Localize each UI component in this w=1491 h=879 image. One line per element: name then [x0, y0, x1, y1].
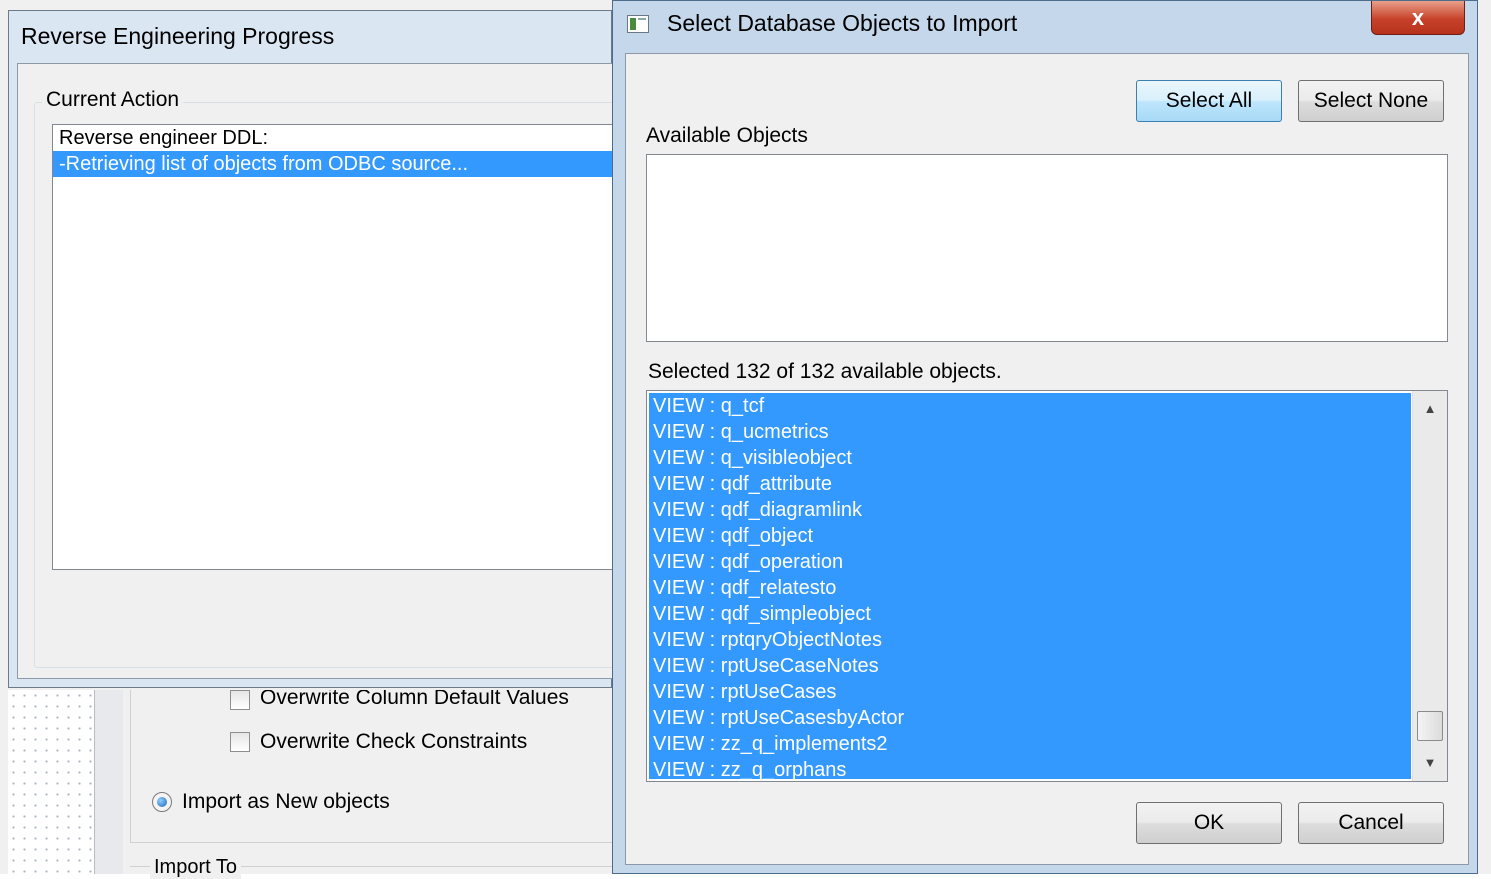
window-title: Reverse Engineering Progress — [21, 23, 335, 49]
import-to-label: Import To — [150, 856, 241, 879]
ok-button[interactable]: OK — [1136, 802, 1282, 844]
option-label: Overwrite Column Default Values — [260, 690, 569, 709]
object-list-item[interactable]: VIEW : qdf_relatesto — [649, 575, 1411, 601]
close-icon: x — [1411, 4, 1425, 30]
object-list-item[interactable]: VIEW : qdf_diagramlink — [649, 497, 1411, 523]
log-line-selected[interactable]: -Retrieving list of objects from ODBC so… — [53, 151, 631, 177]
vertical-scrollbar[interactable]: ▲ ▼ — [1412, 391, 1447, 781]
option-label: Overwrite Check Constraints — [260, 730, 528, 753]
close-button[interactable]: x — [1371, 1, 1465, 35]
progress-client-area: Current Action Reverse engineer DDL: -Re… — [17, 63, 637, 679]
selected-objects-list[interactable]: VIEW : q_tcf VIEW : q_ucmetrics VIEW : q_v… — [646, 390, 1448, 782]
select-all-button[interactable]: Select All — [1136, 80, 1282, 122]
cancel-button[interactable]: Cancel — [1298, 802, 1444, 844]
checkbox[interactable] — [230, 732, 250, 752]
scroll-thumb[interactable] — [1417, 711, 1443, 741]
object-list-item[interactable]: VIEW : q_tcf — [649, 393, 1411, 419]
object-list-item[interactable]: VIEW : rptUseCases — [649, 679, 1411, 705]
dialog-client-area: Select All Select None Available Objects… — [625, 53, 1469, 865]
object-list-item[interactable]: VIEW : qdf_attribute — [649, 471, 1411, 497]
radio-selected-dot — [157, 797, 167, 807]
canvas-margin — [94, 690, 123, 874]
object-list-item[interactable]: VIEW : qdf_object — [649, 523, 1411, 549]
available-objects-label: Available Objects — [646, 124, 808, 147]
select-objects-dialog: Select Database Objects to Import x Sele… — [612, 0, 1478, 874]
object-list-item[interactable]: VIEW : rptUseCasesbyActor — [649, 705, 1411, 731]
checkbox[interactable] — [230, 690, 250, 710]
dialog-title: Select Database Objects to Import — [667, 10, 1018, 36]
object-list-item[interactable]: VIEW : zz_q_orphans — [649, 757, 1411, 779]
progress-window: Reverse Engineering Progress Current Act… — [8, 10, 637, 688]
object-list-item[interactable]: VIEW : zz_q_implements2 — [649, 731, 1411, 757]
object-list-item[interactable]: VIEW : q_visibleobject — [649, 445, 1411, 471]
action-log-list[interactable]: Reverse engineer DDL: -Retrieving list o… — [52, 124, 632, 570]
option-overwrite-check-constraints[interactable]: Overwrite Check Constraints — [230, 730, 527, 754]
object-list-item[interactable]: VIEW : rptqryObjectNotes — [649, 627, 1411, 653]
scroll-down-arrow-icon[interactable]: ▼ — [1413, 747, 1447, 777]
object-items: VIEW : q_tcf VIEW : q_ucmetrics VIEW : q_v… — [649, 393, 1411, 779]
selected-status: Selected 132 of 132 available objects. — [648, 360, 1002, 383]
scroll-up-arrow-icon[interactable]: ▲ — [1413, 393, 1447, 423]
radio-button[interactable] — [152, 792, 172, 812]
option-overwrite-default-values[interactable]: Overwrite Column Default Values — [230, 690, 569, 716]
object-list-item[interactable]: VIEW : q_ucmetrics — [649, 419, 1411, 445]
radio-label: Import as New objects — [182, 790, 390, 813]
radio-import-as-new[interactable]: Import as New objects — [152, 790, 390, 814]
group-label: Current Action — [42, 88, 184, 112]
available-objects-list[interactable] — [646, 154, 1448, 342]
object-list-item[interactable]: VIEW : rptUseCaseNotes — [649, 653, 1411, 679]
diagram-canvas[interactable] — [8, 690, 94, 874]
app-icon — [627, 15, 649, 33]
log-line[interactable]: Reverse engineer DDL: — [53, 125, 631, 151]
object-list-item[interactable]: VIEW : qdf_simpleobject — [649, 601, 1411, 627]
select-none-button[interactable]: Select None — [1298, 80, 1444, 122]
object-list-item[interactable]: VIEW : qdf_operation — [649, 549, 1411, 575]
